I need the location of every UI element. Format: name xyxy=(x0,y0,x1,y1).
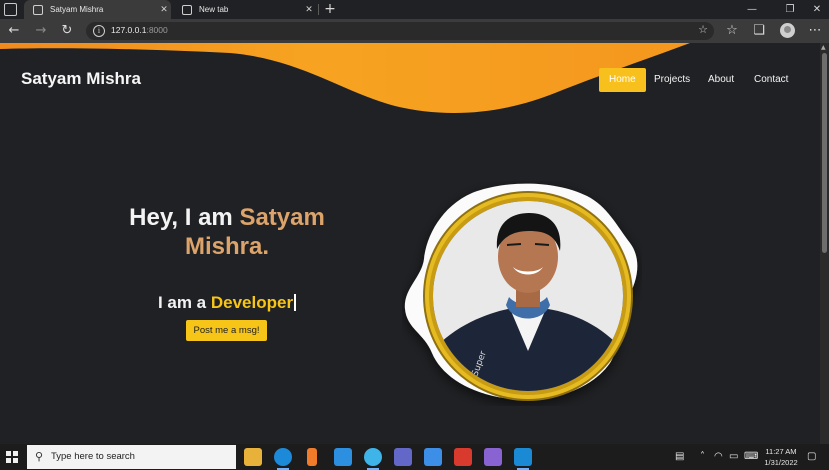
tab-new-tab[interactable]: New tab ✕ xyxy=(173,0,320,19)
hero-sub-prefix: I am a xyxy=(157,293,211,312)
tab-title: Satyam Mishra xyxy=(50,5,104,14)
profile-photo: Super xyxy=(433,201,623,391)
url-text[interactable]: 127.0.0.1:8000 xyxy=(111,25,168,35)
tab-divider xyxy=(318,4,319,15)
back-arrow-icon[interactable]: ← xyxy=(6,23,22,39)
clock-date[interactable]: 1/31/2022 xyxy=(760,458,802,467)
news-widget-icon[interactable]: ▤ xyxy=(675,451,684,463)
microsoft-store-icon[interactable] xyxy=(424,448,442,466)
search-icon: ⚲ xyxy=(35,450,44,463)
wifi-icon[interactable]: ◠ xyxy=(714,451,723,463)
address-bar[interactable]: i 127.0.0.1:8000 ☆ xyxy=(86,22,714,40)
close-icon[interactable]: ✕ xyxy=(805,2,829,17)
scroll-up-arrow-icon[interactable]: ▲ xyxy=(821,44,826,51)
collections-icon[interactable]: ❏ xyxy=(751,23,767,39)
search-placeholder: Type here to search xyxy=(51,451,135,462)
edge-beta-icon[interactable] xyxy=(364,448,382,470)
hero-subtitle: I am a Developer xyxy=(127,293,327,313)
nav-contact[interactable]: Contact xyxy=(744,68,798,92)
vscode-insiders-icon[interactable] xyxy=(514,448,532,470)
favorites-icon[interactable]: ☆ xyxy=(724,23,740,39)
hero-role: Developer xyxy=(210,293,294,312)
taskbar-search-box[interactable]: ⚲ Type here to search xyxy=(27,445,236,469)
nav-about[interactable]: About xyxy=(698,68,744,92)
keyboard-icon[interactable]: ⌨ xyxy=(744,451,758,463)
typing-caret xyxy=(294,294,297,311)
more-menu-icon[interactable]: ⋯ xyxy=(807,23,823,39)
clock-time[interactable]: 11:27 AM xyxy=(760,447,802,456)
file-explorer-icon[interactable] xyxy=(244,448,262,466)
url-host: 127.0.0.1 xyxy=(111,25,147,35)
minimize-icon[interactable]: — xyxy=(740,2,764,17)
close-tab-icon[interactable]: ✕ xyxy=(302,4,316,15)
browser-toolbar: ← → ↻ i 127.0.0.1:8000 ☆ ☆ ❏ ⋯ xyxy=(0,19,829,43)
tab-actions-icon[interactable] xyxy=(4,3,17,16)
new-tab-favicon-icon xyxy=(182,4,192,15)
windows-taskbar: ⚲ Type here to search ▤ ˄ ◠ ▭ ⌨ 11:27 AM… xyxy=(0,444,829,470)
url-port: :8000 xyxy=(146,25,168,35)
plus-icon[interactable]: + xyxy=(322,1,338,17)
page-favicon-icon xyxy=(33,4,43,15)
sublime-text-icon[interactable] xyxy=(307,448,317,466)
notifications-icon[interactable]: ▢ xyxy=(807,451,816,463)
tab-title: New tab xyxy=(199,5,229,14)
site-brand[interactable]: Satyam Mishra xyxy=(21,69,141,89)
hero-title: Hey, I am Satyam Mishra. xyxy=(127,203,327,261)
edge-browser-icon[interactable] xyxy=(274,448,292,470)
nav-home[interactable]: Home xyxy=(599,68,646,92)
restore-icon[interactable]: ❐ xyxy=(778,2,802,17)
forward-arrow-icon[interactable]: → xyxy=(33,23,49,39)
git-client-icon[interactable] xyxy=(454,448,472,466)
site-info-icon[interactable]: i xyxy=(93,25,105,37)
hero-greeting: Hey, I am xyxy=(129,204,240,231)
post-message-button[interactable]: Post me a msg! xyxy=(186,320,267,341)
page-scrollbar[interactable]: ▲ xyxy=(820,43,829,444)
windows-start-icon[interactable] xyxy=(6,451,18,463)
profile-avatar[interactable] xyxy=(780,23,795,38)
tab-satyam-mishra[interactable]: Satyam Mishra ✕ xyxy=(24,0,171,19)
scrollbar-thumb[interactable] xyxy=(822,53,827,253)
battery-icon[interactable]: ▭ xyxy=(729,451,738,463)
design-app-icon[interactable] xyxy=(484,448,502,466)
teams-icon[interactable] xyxy=(394,448,412,466)
add-favorite-icon[interactable]: ☆ xyxy=(698,23,708,36)
nav-projects[interactable]: Projects xyxy=(644,68,700,92)
browser-tab-strip: Satyam Mishra ✕ New tab ✕ + — ❐ ✕ xyxy=(0,0,829,19)
vscode-icon[interactable] xyxy=(334,448,352,466)
page-viewport: Satyam Mishra Home Projects About Contac… xyxy=(0,43,820,444)
close-tab-icon[interactable]: ✕ xyxy=(157,4,171,15)
refresh-icon[interactable]: ↻ xyxy=(59,23,75,39)
show-hidden-icons-chevron-icon[interactable]: ˄ xyxy=(700,451,705,463)
